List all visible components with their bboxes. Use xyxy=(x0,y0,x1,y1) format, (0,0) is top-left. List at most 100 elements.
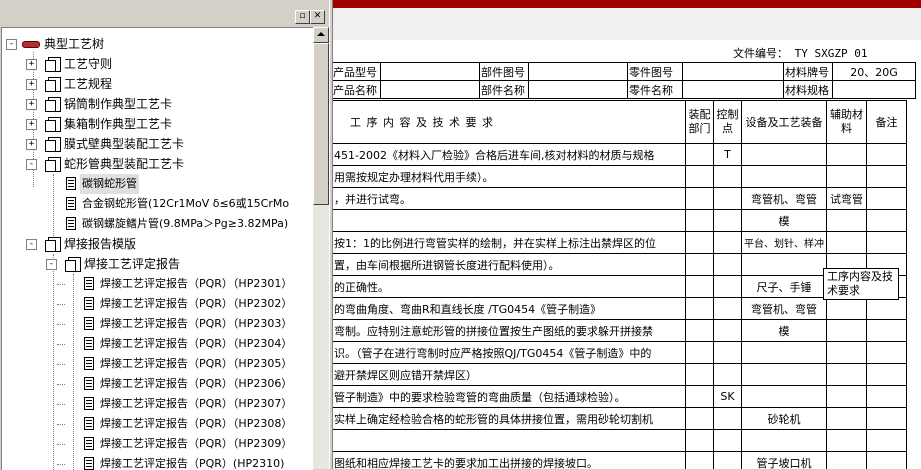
cell-dept[interactable] xyxy=(685,209,714,232)
cell-equipment[interactable]: 管子坡口机 xyxy=(741,451,827,469)
cell-dept[interactable] xyxy=(685,341,714,364)
cell-control[interactable] xyxy=(713,297,742,320)
value-material-spec[interactable] xyxy=(832,80,916,99)
cell-content[interactable]: 图纸和相应焊接工艺卡的要求加工出拼接的焊接坡口。 xyxy=(333,451,686,469)
cell-remark[interactable] xyxy=(866,319,907,342)
cell-dept[interactable] xyxy=(685,319,714,342)
cell-control[interactable] xyxy=(713,341,742,364)
value-part-name[interactable] xyxy=(528,80,628,99)
cell-aux[interactable] xyxy=(826,341,867,364)
cell-dept[interactable] xyxy=(685,451,714,469)
cell-dept[interactable] xyxy=(685,363,714,386)
cell-aux[interactable] xyxy=(826,165,867,188)
cell-content[interactable] xyxy=(333,429,686,452)
cell-aux[interactable] xyxy=(826,451,867,469)
cell-equipment[interactable]: 砂轮机 xyxy=(741,407,827,430)
cell-content[interactable]: 弯制。应特别注意蛇形管的拼接位置按生产图纸的要求躲开拼接禁 xyxy=(333,319,686,342)
cell-control[interactable] xyxy=(713,319,742,342)
cell-aux[interactable] xyxy=(826,385,867,408)
minimize-button[interactable]: ▫ xyxy=(295,10,310,24)
cell-dept[interactable] xyxy=(685,231,714,254)
cell-equipment[interactable] xyxy=(741,165,827,188)
cell-content[interactable]: 置，由车间根据所进钢管长度进行配料使用）。 xyxy=(333,253,686,276)
cell-content[interactable]: 按1：1的比例进行弯管实样的绘制，并在实样上标注出禁焊区的位 xyxy=(333,231,686,254)
cell-remark[interactable] xyxy=(866,385,907,408)
cell-remark[interactable] xyxy=(866,231,907,254)
close-button[interactable]: ✕ xyxy=(310,10,325,24)
cell-dept[interactable] xyxy=(685,385,714,408)
cell-dept[interactable] xyxy=(685,165,714,188)
cell-content[interactable]: 的正确性。 xyxy=(333,275,686,298)
value-component-name[interactable] xyxy=(682,80,784,99)
cell-control[interactable] xyxy=(713,407,742,430)
cell-dept[interactable] xyxy=(685,187,714,210)
cell-equipment[interactable] xyxy=(741,363,827,386)
cell-aux[interactable] xyxy=(826,231,867,254)
cell-content[interactable]: 识。（管子在进行弯制时应严格按照QJ/TG0454《管子制造》中的 xyxy=(333,341,686,364)
cell-remark[interactable] xyxy=(866,451,907,469)
value-product-name[interactable] xyxy=(380,80,480,99)
cell-aux[interactable] xyxy=(826,209,867,232)
cell-control[interactable] xyxy=(713,363,742,386)
cell-remark[interactable] xyxy=(866,143,907,166)
cell-equipment[interactable]: 尺子、手锤 xyxy=(741,275,827,298)
cell-aux[interactable]: 试弯管 xyxy=(826,187,867,210)
cell-remark[interactable] xyxy=(866,341,907,364)
cell-equipment[interactable]: 平台、划针、样冲 xyxy=(741,231,827,254)
expand-icon[interactable]: + xyxy=(26,119,37,130)
cell-equipment[interactable]: 模 xyxy=(741,209,827,232)
cell-content[interactable]: ，并进行试弯。 xyxy=(333,187,686,210)
cell-control[interactable] xyxy=(713,253,742,276)
scroll-thumb[interactable] xyxy=(313,43,329,205)
cell-remark[interactable] xyxy=(866,297,907,320)
tree-scrollbar[interactable] xyxy=(313,27,329,469)
cell-dept[interactable] xyxy=(685,429,714,452)
cell-content[interactable]: 451-2002《材料入厂检验》合格后进车间,核对材料的材质与规格 xyxy=(333,143,686,166)
document-view[interactable]: 文件编号： TY SXGZP 01 产品型号 部件图号 零件图号 材料牌号 20… xyxy=(333,0,921,469)
cell-aux[interactable] xyxy=(826,429,867,452)
cell-control[interactable] xyxy=(713,187,742,210)
scroll-up-icon[interactable] xyxy=(313,27,329,43)
cell-control[interactable] xyxy=(713,275,742,298)
cell-aux[interactable] xyxy=(826,319,867,342)
cell-content[interactable]: 用需按规定办理材料代用手续）。 xyxy=(333,165,686,188)
expand-icon[interactable]: + xyxy=(26,99,37,110)
cell-equipment[interactable] xyxy=(741,253,827,276)
cell-equipment[interactable] xyxy=(741,385,827,408)
cell-control[interactable] xyxy=(713,165,742,188)
cell-equipment[interactable]: 模 xyxy=(741,319,827,342)
cell-content[interactable]: 管子制造》中的要求检验弯管的弯曲质量（包括通球检验）。 xyxy=(333,385,686,408)
cell-remark[interactable] xyxy=(866,363,907,386)
cell-aux[interactable] xyxy=(826,363,867,386)
cell-equipment[interactable] xyxy=(741,341,827,364)
cell-aux[interactable] xyxy=(826,297,867,320)
value-material-grade[interactable]: 20、20G xyxy=(832,62,916,81)
cell-aux[interactable] xyxy=(826,143,867,166)
collapse-icon[interactable]: - xyxy=(6,39,17,50)
cell-control[interactable]: T xyxy=(713,143,742,166)
cell-remark[interactable] xyxy=(866,407,907,430)
cell-equipment[interactable] xyxy=(741,143,827,166)
cell-dept[interactable] xyxy=(685,143,714,166)
expand-icon[interactable]: + xyxy=(26,139,37,150)
cell-remark[interactable] xyxy=(866,187,907,210)
cell-content[interactable] xyxy=(333,209,686,232)
collapse-icon[interactable]: - xyxy=(26,159,37,170)
cell-equipment[interactable]: 弯管机、弯管 xyxy=(741,297,827,320)
cell-control[interactable]: SK xyxy=(713,385,742,408)
cell-control[interactable] xyxy=(713,231,742,254)
expand-icon[interactable]: + xyxy=(26,59,37,70)
cell-aux[interactable] xyxy=(826,407,867,430)
cell-dept[interactable] xyxy=(685,275,714,298)
value-component-drawing[interactable] xyxy=(682,62,784,81)
cell-content[interactable]: 实样上确定经检验合格的蛇形管的具体拼接位置，需用砂轮切割机 xyxy=(333,407,686,430)
expand-icon[interactable]: + xyxy=(26,79,37,90)
value-part-drawing[interactable] xyxy=(528,62,628,81)
cell-content[interactable]: 避开禁焊区则应错开禁焊区） xyxy=(333,363,686,386)
cell-equipment[interactable]: 弯管机、弯管 xyxy=(741,187,827,210)
cell-remark[interactable] xyxy=(866,429,907,452)
cell-control[interactable] xyxy=(713,429,742,452)
cell-control[interactable] xyxy=(713,209,742,232)
collapse-icon[interactable]: - xyxy=(46,259,57,270)
value-product-model[interactable] xyxy=(380,62,480,81)
